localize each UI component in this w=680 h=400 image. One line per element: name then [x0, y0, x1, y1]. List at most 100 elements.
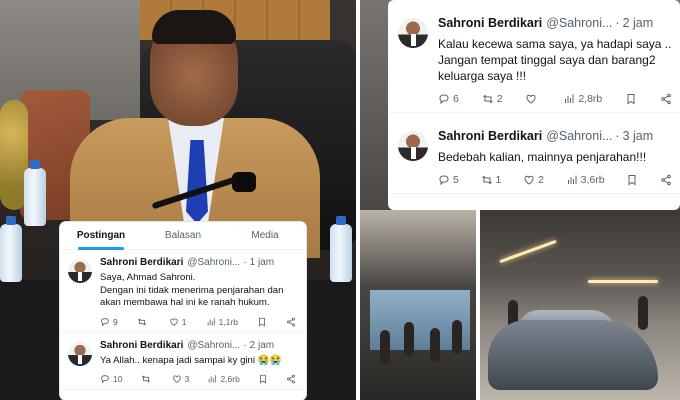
like-button[interactable]: [525, 93, 540, 105]
tab-postingan[interactable]: Postingan: [60, 222, 142, 250]
avatar[interactable]: [398, 18, 428, 48]
crowd-person: [638, 296, 648, 330]
like-count: 3: [184, 374, 190, 385]
tweet-time[interactable]: 3 jam: [623, 129, 654, 143]
like-button[interactable]: 3: [172, 374, 190, 385]
tweet-text-line: Dengan ini tidak menerima penjarahan dan…: [100, 284, 284, 309]
author-handle[interactable]: @Sahroni...: [546, 16, 612, 30]
tweet-time[interactable]: 2 jam: [250, 340, 274, 351]
avatar[interactable]: [68, 341, 92, 366]
author-name[interactable]: Sahroni Berdikari: [100, 257, 183, 268]
tweet-text: Bedebah kalian, mainnya penjarahan!!!: [438, 150, 647, 164]
microphone-head: [232, 172, 256, 192]
reply-button[interactable]: 6: [438, 93, 459, 105]
reply-button[interactable]: 5: [438, 174, 459, 186]
bookmark-button[interactable]: [626, 174, 638, 186]
share-icon: [660, 174, 672, 186]
retweet-icon: [141, 374, 151, 384]
tweet[interactable]: Sahroni Berdikari @Sahroni... · 2 jam Ka…: [388, 0, 680, 113]
tweet-header: Sahroni Berdikari @Sahroni... · 1 jam: [100, 257, 298, 271]
author-name[interactable]: Sahroni Berdikari: [100, 340, 183, 351]
separator-dot: ·: [615, 129, 620, 143]
author-handle[interactable]: @Sahroni...: [546, 129, 612, 143]
views-button[interactable]: 2,6rb: [207, 374, 240, 384]
bookmark-icon: [257, 317, 267, 327]
share-button[interactable]: [286, 374, 296, 384]
author-handle[interactable]: @Sahroni...: [187, 257, 240, 268]
collage-divider: [476, 210, 480, 400]
author-name[interactable]: Sahroni Berdikari: [438, 16, 542, 30]
tweet-actions: 5 1 2 3,6rb: [438, 173, 672, 187]
retweet-icon: [137, 317, 147, 327]
retweet-button[interactable]: [141, 374, 154, 384]
reply-icon: [100, 374, 110, 384]
tweet[interactable]: Sahroni Berdikari @Sahroni... · 3 jam Be…: [388, 113, 680, 194]
tweet-text-line: Saya, Ahmad Sahroni.: [100, 272, 196, 283]
like-button[interactable]: 1: [169, 317, 187, 327]
crowd-person: [380, 330, 390, 364]
tab-media[interactable]: Media: [224, 222, 306, 250]
tweet-text-line: Jangan tempat tinggal saya dan barang2 k…: [438, 53, 656, 83]
tweet-text: Kalau kecewa sama saya, ya hadapi saya .…: [438, 36, 672, 84]
reply-button[interactable]: 9: [100, 317, 118, 327]
share-button[interactable]: [660, 174, 672, 186]
share-button[interactable]: [660, 93, 672, 105]
crowd-person: [430, 328, 440, 362]
separator-dot: ·: [243, 257, 247, 268]
crowd-person: [452, 320, 462, 354]
reply-count: 9: [113, 316, 118, 327]
share-icon: [286, 374, 296, 384]
avatar[interactable]: [398, 131, 428, 161]
car-body: [488, 320, 658, 390]
bookmark-button[interactable]: [258, 374, 268, 384]
retweet-button[interactable]: 2: [482, 93, 503, 105]
views-count: 1,1rb: [218, 316, 238, 327]
like-count: 2: [538, 174, 544, 186]
like-icon: [172, 374, 182, 384]
tweet-body: Sahroni Berdikari @Sahroni... · 3 jam Be…: [438, 129, 672, 187]
reply-button[interactable]: 10: [100, 374, 122, 384]
reply-icon: [438, 93, 450, 105]
water-bottle: [24, 160, 46, 226]
tweet[interactable]: Sahroni Berdikari @Sahroni... · 1 jam Sa…: [60, 250, 306, 333]
share-icon: [660, 93, 672, 105]
tweet-header: Sahroni Berdikari @Sahroni... · 2 jam: [100, 340, 298, 354]
bookmark-icon: [258, 374, 268, 384]
like-icon: [169, 317, 179, 327]
ceiling-light: [499, 239, 557, 264]
views-button[interactable]: 2,8rb: [563, 93, 602, 105]
reply-count: 6: [453, 93, 459, 105]
retweet-button[interactable]: [137, 317, 150, 327]
tweet-time[interactable]: 2 jam: [623, 16, 654, 30]
views-count: 3,6rb: [580, 174, 605, 186]
tweet-body: Sahroni Berdikari @Sahroni... · 2 jam Ya…: [100, 340, 298, 386]
tab-balasan[interactable]: Balasan: [142, 222, 224, 250]
bookmark-button[interactable]: [257, 317, 267, 327]
crowd-person: [404, 322, 414, 356]
author-handle[interactable]: @Sahroni...: [187, 340, 240, 351]
collage-divider: [356, 0, 360, 400]
profile-tabs: Postingan Balasan Media: [60, 222, 306, 250]
share-button[interactable]: [286, 317, 296, 327]
tweet-body: Sahroni Berdikari @Sahroni... · 1 jam Sa…: [100, 257, 298, 328]
reply-icon: [438, 174, 450, 186]
man-hair: [152, 10, 236, 44]
retweet-count: 1: [495, 174, 502, 186]
water-bottle: [0, 216, 22, 282]
retweet-icon: [482, 93, 494, 105]
views-button[interactable]: 1,1rb: [206, 317, 238, 327]
tweet-actions: 9 1 1,1rb: [100, 316, 298, 328]
bookmark-icon: [625, 93, 637, 105]
tweet-time[interactable]: 1 jam: [250, 257, 274, 268]
tweet-header: Sahroni Berdikari @Sahroni... · 2 jam: [438, 16, 672, 33]
avatar[interactable]: [68, 259, 92, 283]
like-button[interactable]: 2: [523, 174, 544, 186]
views-button[interactable]: 3,6rb: [566, 174, 605, 186]
tweet-header: Sahroni Berdikari @Sahroni... · 3 jam: [438, 129, 672, 146]
tweet[interactable]: Sahroni Berdikari @Sahroni... · 2 jam Ya…: [60, 333, 306, 391]
author-name[interactable]: Sahroni Berdikari: [438, 129, 542, 143]
bookmark-button[interactable]: [625, 93, 637, 105]
profile-timeline-card: Postingan Balasan Media Sahroni Berdikar…: [60, 222, 306, 400]
ceiling-light: [588, 280, 658, 283]
retweet-button[interactable]: 1: [481, 174, 502, 186]
